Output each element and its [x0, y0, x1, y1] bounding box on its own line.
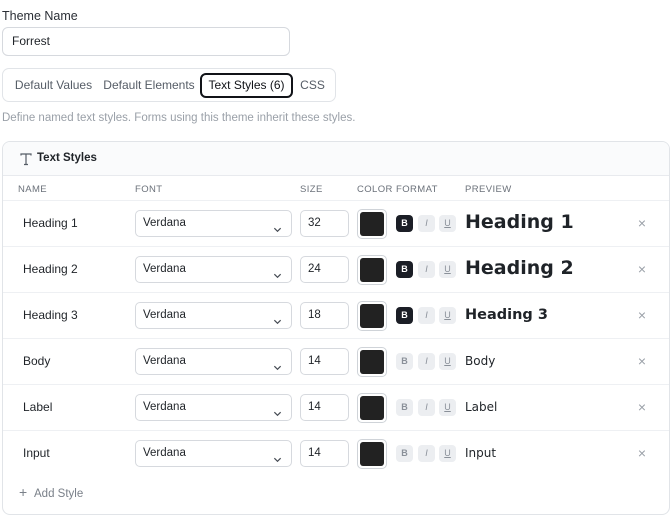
text-style-row: Label Verdana 14 B I U Label ×	[3, 384, 669, 430]
text-style-row: Heading 1 Verdana 32 B I U Heading 1 ×	[3, 200, 669, 246]
color-swatch[interactable]	[357, 393, 387, 423]
column-header-size: SIZE	[300, 184, 323, 195]
font-select[interactable]: Verdana	[135, 440, 292, 467]
font-select[interactable]: Verdana	[135, 302, 292, 329]
style-preview: Heading 3	[465, 307, 548, 323]
tab-default-elements[interactable]: Default Elements	[101, 73, 197, 98]
underline-toggle[interactable]: U	[439, 307, 456, 324]
font-select-value: Verdana	[143, 263, 186, 275]
font-select[interactable]: Verdana	[135, 256, 292, 283]
text-style-row: Body Verdana 14 B I U Body ×	[3, 338, 669, 384]
italic-toggle[interactable]: I	[418, 261, 435, 278]
delete-icon[interactable]: ×	[636, 216, 648, 230]
column-header-format: FORMAT	[396, 184, 438, 195]
style-name[interactable]: Heading 1	[23, 216, 78, 230]
column-header-preview: PREVIEW	[465, 184, 512, 195]
delete-icon[interactable]: ×	[636, 308, 648, 322]
size-input[interactable]: 14	[300, 394, 349, 421]
italic-toggle[interactable]: I	[418, 307, 435, 324]
color-swatch-fill	[360, 442, 384, 466]
style-preview: Input	[465, 446, 497, 460]
color-swatch[interactable]	[357, 301, 387, 331]
size-input[interactable]: 14	[300, 440, 349, 467]
column-header-font: FONT	[135, 184, 163, 195]
theme-name-input[interactable]: Forrest	[2, 27, 290, 56]
italic-toggle[interactable]: I	[418, 215, 435, 232]
size-input[interactable]: 32	[300, 210, 349, 237]
delete-icon[interactable]: ×	[636, 262, 648, 276]
bold-toggle[interactable]: B	[396, 215, 413, 232]
italic-toggle[interactable]: I	[418, 399, 435, 416]
color-swatch[interactable]	[357, 347, 387, 377]
font-select[interactable]: Verdana	[135, 394, 292, 421]
color-swatch[interactable]	[357, 439, 387, 469]
style-preview: Heading 1	[465, 211, 574, 233]
text-styles-panel: Text Styles NAME FONT SIZE COLOR FORMAT …	[2, 141, 670, 515]
text-type-icon	[20, 153, 32, 166]
underline-toggle[interactable]: U	[439, 445, 456, 462]
bold-toggle[interactable]: B	[396, 399, 413, 416]
italic-toggle[interactable]: I	[418, 353, 435, 370]
tab-css[interactable]: CSS	[295, 73, 330, 98]
color-swatch-fill	[360, 258, 384, 282]
tab-bar: Default Values Default Elements Text Sty…	[2, 68, 336, 102]
chevron-down-icon	[273, 357, 282, 371]
chevron-down-icon	[273, 265, 282, 279]
delete-icon[interactable]: ×	[636, 400, 648, 414]
chevron-down-icon	[273, 219, 282, 233]
bold-toggle[interactable]: B	[396, 353, 413, 370]
color-swatch[interactable]	[357, 209, 387, 239]
style-name[interactable]: Heading 2	[23, 262, 78, 276]
add-style-button[interactable]: + Add Style	[19, 484, 84, 500]
style-name[interactable]: Heading 3	[23, 308, 78, 322]
color-swatch-fill	[360, 350, 384, 374]
font-select[interactable]: Verdana	[135, 348, 292, 375]
size-input[interactable]: 14	[300, 348, 349, 375]
tab-default-values[interactable]: Default Values	[7, 73, 100, 98]
color-swatch-fill	[360, 396, 384, 420]
tab-text-styles[interactable]: Text Styles (6)	[200, 73, 293, 98]
column-header-name: NAME	[18, 184, 48, 195]
underline-toggle[interactable]: U	[439, 215, 456, 232]
underline-toggle[interactable]: U	[439, 353, 456, 370]
color-swatch-fill	[360, 212, 384, 236]
style-name[interactable]: Body	[23, 354, 50, 368]
page-hint: Define named text styles. Forms using th…	[2, 112, 356, 124]
font-select-value: Verdana	[143, 309, 186, 321]
font-select-value: Verdana	[143, 217, 186, 229]
font-select-value: Verdana	[143, 447, 186, 459]
italic-toggle[interactable]: I	[418, 445, 435, 462]
underline-toggle[interactable]: U	[439, 399, 456, 416]
add-style-label: Add Style	[34, 488, 84, 500]
underline-toggle[interactable]: U	[439, 261, 456, 278]
bold-toggle[interactable]: B	[396, 261, 413, 278]
chevron-down-icon	[273, 403, 282, 417]
panel-title: Text Styles	[37, 152, 97, 164]
text-style-row: Heading 2 Verdana 24 B I U Heading 2 ×	[3, 246, 669, 292]
font-select-value: Verdana	[143, 355, 186, 367]
size-input[interactable]: 18	[300, 302, 349, 329]
style-preview: Body	[465, 354, 496, 368]
style-preview: Label	[465, 400, 498, 414]
size-input[interactable]: 24	[300, 256, 349, 283]
style-name[interactable]: Input	[23, 446, 50, 460]
color-swatch-fill	[360, 304, 384, 328]
color-swatch[interactable]	[357, 255, 387, 285]
panel-header: Text Styles	[3, 142, 669, 176]
font-select-value: Verdana	[143, 401, 186, 413]
delete-icon[interactable]: ×	[636, 354, 648, 368]
chevron-down-icon	[273, 311, 282, 325]
bold-toggle[interactable]: B	[396, 445, 413, 462]
column-header-color: COLOR	[357, 184, 393, 195]
bold-toggle[interactable]: B	[396, 307, 413, 324]
delete-icon[interactable]: ×	[636, 446, 648, 460]
chevron-down-icon	[273, 449, 282, 463]
theme-name-label: Theme Name	[2, 9, 78, 23]
text-style-row: Input Verdana 14 B I U Input ×	[3, 430, 669, 476]
plus-icon: +	[19, 484, 28, 500]
style-name[interactable]: Label	[23, 400, 52, 414]
text-style-row: Heading 3 Verdana 18 B I U Heading 3 ×	[3, 292, 669, 338]
font-select[interactable]: Verdana	[135, 210, 292, 237]
style-preview: Heading 2	[465, 257, 574, 279]
